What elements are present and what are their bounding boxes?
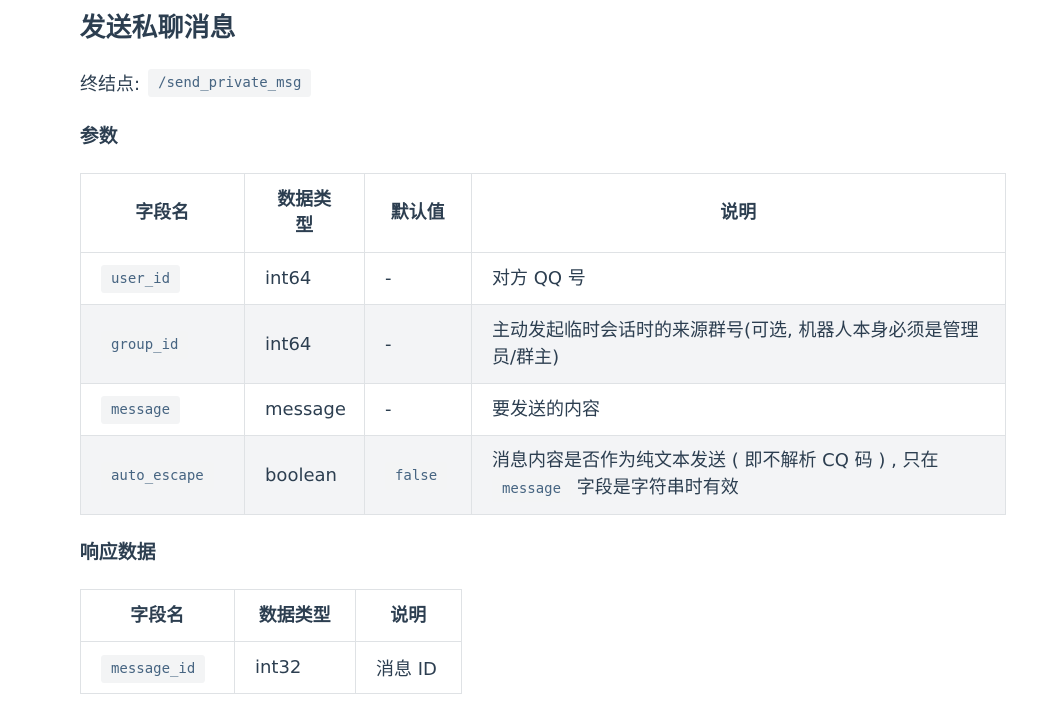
field-cell: group_id — [80, 304, 245, 384]
header-description: 说明 — [355, 589, 462, 642]
response-table: 字段名 数据类型 说明 message_id int32 消息 ID — [80, 589, 462, 694]
header-description: 说明 — [471, 173, 1006, 253]
params-heading: 参数 — [80, 125, 119, 147]
endpoint-line: 终结点: /send_private_msg — [80, 68, 312, 98]
table-row: auto_escape boolean false 消息内容是否作为纯文本发送 … — [80, 435, 1006, 515]
desc-cell: 消息 ID — [355, 641, 462, 694]
header-data-type: 数据类型 — [244, 173, 365, 253]
type-cell: int64 — [244, 304, 365, 384]
desc-inline-code: message — [492, 476, 572, 502]
default-cell: - — [364, 252, 472, 305]
desc-cell: 消息内容是否作为纯文本发送 ( 即不解析 CQ 码 ) , 只在 message … — [471, 435, 1006, 515]
table-row: message message - 要发送的内容 — [80, 383, 1006, 436]
desc-cell: 对方 QQ 号 — [471, 252, 1006, 305]
field-code: auto_escape — [101, 461, 214, 490]
table-row: message_id int32 消息 ID — [80, 641, 462, 694]
table-row: group_id int64 - 主动发起临时会话时的来源群号(可选, 机器人本… — [80, 304, 1006, 384]
type-cell: int32 — [234, 641, 356, 694]
type-cell: message — [244, 383, 365, 436]
desc-cell: 主动发起临时会话时的来源群号(可选, 机器人本身必须是管理员/群主) — [471, 304, 1006, 384]
endpoint-label: 终结点: — [80, 74, 141, 95]
desc-text-after: 字段是字符串时有效 — [576, 477, 739, 498]
field-code: user_id — [101, 265, 181, 293]
endpoint-path: /send_private_msg — [148, 69, 312, 97]
params-table: 字段名 数据类型 默认值 说明 user_id int64 - 对方 QQ 号 … — [80, 173, 1006, 515]
desc-cell: 要发送的内容 — [471, 383, 1006, 436]
field-cell: message_id — [80, 641, 235, 694]
page-title: 发送私聊消息 — [80, 13, 237, 43]
header-field-name: 字段名 — [80, 589, 235, 642]
response-header-row: 字段名 数据类型 说明 — [80, 589, 462, 642]
field-cell: auto_escape — [80, 435, 245, 515]
default-code: false — [385, 461, 448, 490]
table-row: user_id int64 - 对方 QQ 号 — [80, 252, 1006, 305]
params-header-row: 字段名 数据类型 默认值 说明 — [80, 173, 1006, 253]
field-cell: user_id — [80, 252, 245, 305]
response-heading: 响应数据 — [80, 541, 157, 563]
header-default: 默认值 — [364, 173, 472, 253]
type-cell: int64 — [244, 252, 365, 305]
field-code: group_id — [101, 330, 189, 359]
type-cell: boolean — [244, 435, 365, 515]
field-cell: message — [80, 383, 245, 436]
header-data-type: 数据类型 — [234, 589, 356, 642]
default-cell: - — [364, 304, 472, 384]
header-field-name: 字段名 — [80, 173, 245, 253]
field-code: message — [101, 396, 181, 424]
default-cell: false — [364, 435, 472, 515]
field-code: message_id — [101, 655, 206, 683]
desc-text: 消息内容是否作为纯文本发送 ( 即不解析 CQ 码 ) , 只在 — [492, 450, 939, 471]
default-cell: - — [364, 383, 472, 436]
